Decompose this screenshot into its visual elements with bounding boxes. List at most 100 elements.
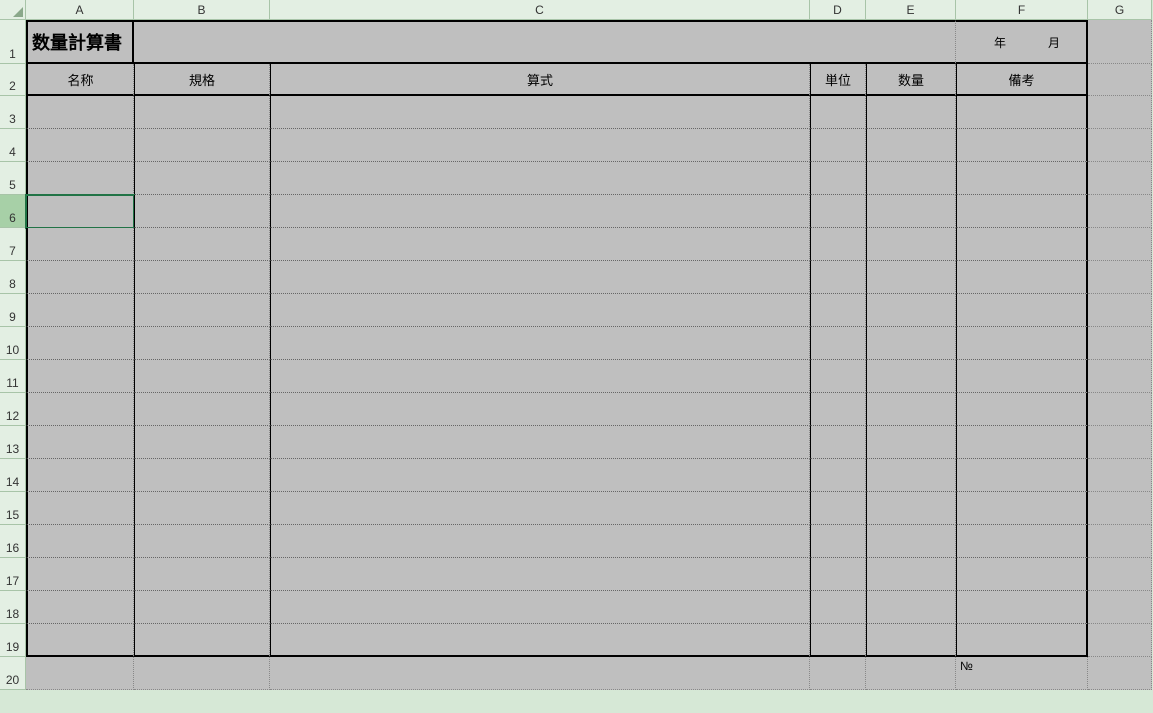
cell-G7[interactable] [1088, 228, 1152, 261]
cell-G20[interactable] [1088, 657, 1152, 690]
cell-E18[interactable] [866, 591, 956, 624]
cell-A7[interactable] [26, 228, 134, 261]
cell-D7[interactable] [810, 228, 866, 261]
cell-A5[interactable] [26, 162, 134, 195]
cell-G12[interactable] [1088, 393, 1152, 426]
cell-E15[interactable] [866, 492, 956, 525]
cell-F12[interactable] [956, 393, 1088, 426]
cell-B15[interactable] [134, 492, 270, 525]
cell-A18[interactable] [26, 591, 134, 624]
cell-A8[interactable] [26, 261, 134, 294]
cell-B12[interactable] [134, 393, 270, 426]
cell-D11[interactable] [810, 360, 866, 393]
cell-G11[interactable] [1088, 360, 1152, 393]
cell-D4[interactable] [810, 129, 866, 162]
cell-D20[interactable] [810, 657, 866, 690]
cell-G19[interactable] [1088, 624, 1152, 657]
cell-C8[interactable] [270, 261, 810, 294]
header-remarks[interactable]: 備考 [956, 64, 1088, 96]
cell-G1[interactable] [1088, 20, 1152, 64]
cell-F16[interactable] [956, 525, 1088, 558]
cell-G8[interactable] [1088, 261, 1152, 294]
row-header-8[interactable]: 8 [0, 261, 26, 294]
title-blank[interactable] [134, 20, 956, 64]
cell-A3[interactable] [26, 96, 134, 129]
cell-D13[interactable] [810, 426, 866, 459]
cell-F8[interactable] [956, 261, 1088, 294]
row-header-4[interactable]: 4 [0, 129, 26, 162]
row-header-14[interactable]: 14 [0, 459, 26, 492]
cell-D18[interactable] [810, 591, 866, 624]
cell-C15[interactable] [270, 492, 810, 525]
row-header-3[interactable]: 3 [0, 96, 26, 129]
cell-G10[interactable] [1088, 327, 1152, 360]
cell-C9[interactable] [270, 294, 810, 327]
cell-B11[interactable] [134, 360, 270, 393]
cell-A10[interactable] [26, 327, 134, 360]
cell-B6[interactable] [134, 195, 270, 228]
column-header-D[interactable]: D [810, 0, 866, 20]
cell-D17[interactable] [810, 558, 866, 591]
header-unit[interactable]: 単位 [810, 64, 866, 96]
header-qty[interactable]: 数量 [866, 64, 956, 96]
cell-E7[interactable] [866, 228, 956, 261]
cell-F9[interactable] [956, 294, 1088, 327]
cell-G9[interactable] [1088, 294, 1152, 327]
cell-G6[interactable] [1088, 195, 1152, 228]
cell-D14[interactable] [810, 459, 866, 492]
row-header-6[interactable]: 6 [0, 195, 26, 228]
row-header-5[interactable]: 5 [0, 162, 26, 195]
cell-G16[interactable] [1088, 525, 1152, 558]
cell-E12[interactable] [866, 393, 956, 426]
cell-E20[interactable] [866, 657, 956, 690]
cell-G3[interactable] [1088, 96, 1152, 129]
cell-F17[interactable] [956, 558, 1088, 591]
cell-B13[interactable] [134, 426, 270, 459]
cell-E8[interactable] [866, 261, 956, 294]
row-header-12[interactable]: 12 [0, 393, 26, 426]
cell-C13[interactable] [270, 426, 810, 459]
row-header-10[interactable]: 10 [0, 327, 26, 360]
cell-C17[interactable] [270, 558, 810, 591]
date-field[interactable]: 令和 年 月 日 [956, 20, 1088, 64]
column-header-G[interactable]: G [1088, 0, 1152, 20]
cell-A4[interactable] [26, 129, 134, 162]
column-header-C[interactable]: C [270, 0, 810, 20]
header-spec[interactable]: 規格 [134, 64, 270, 96]
row-header-15[interactable]: 15 [0, 492, 26, 525]
cell-B20[interactable] [134, 657, 270, 690]
cell-F5[interactable] [956, 162, 1088, 195]
cell-A19[interactable] [26, 624, 134, 657]
row-header-16[interactable]: 16 [0, 525, 26, 558]
cell-C10[interactable] [270, 327, 810, 360]
cell-D6[interactable] [810, 195, 866, 228]
cell-A16[interactable] [26, 525, 134, 558]
cell-A20[interactable] [26, 657, 134, 690]
cell-G15[interactable] [1088, 492, 1152, 525]
cell-E17[interactable] [866, 558, 956, 591]
cell-E10[interactable] [866, 327, 956, 360]
cell-B18[interactable] [134, 591, 270, 624]
cell-C14[interactable] [270, 459, 810, 492]
doc-title[interactable]: 数量計算書 [26, 20, 134, 64]
cell-C19[interactable] [270, 624, 810, 657]
row-header-11[interactable]: 11 [0, 360, 26, 393]
row-header-2[interactable]: 2 [0, 64, 26, 96]
cell-B5[interactable] [134, 162, 270, 195]
cell-G13[interactable] [1088, 426, 1152, 459]
cell-B8[interactable] [134, 261, 270, 294]
cell-B4[interactable] [134, 129, 270, 162]
cell-C18[interactable] [270, 591, 810, 624]
cell-F3[interactable] [956, 96, 1088, 129]
cell-C6[interactable] [270, 195, 810, 228]
cell-E4[interactable] [866, 129, 956, 162]
cell-C20[interactable] [270, 657, 810, 690]
row-header-17[interactable]: 17 [0, 558, 26, 591]
cell-C3[interactable] [270, 96, 810, 129]
cell-G17[interactable] [1088, 558, 1152, 591]
cell-F20[interactable]: № [956, 657, 1088, 690]
cell-G18[interactable] [1088, 591, 1152, 624]
cell-D19[interactable] [810, 624, 866, 657]
cell-D8[interactable] [810, 261, 866, 294]
cell-E6[interactable] [866, 195, 956, 228]
